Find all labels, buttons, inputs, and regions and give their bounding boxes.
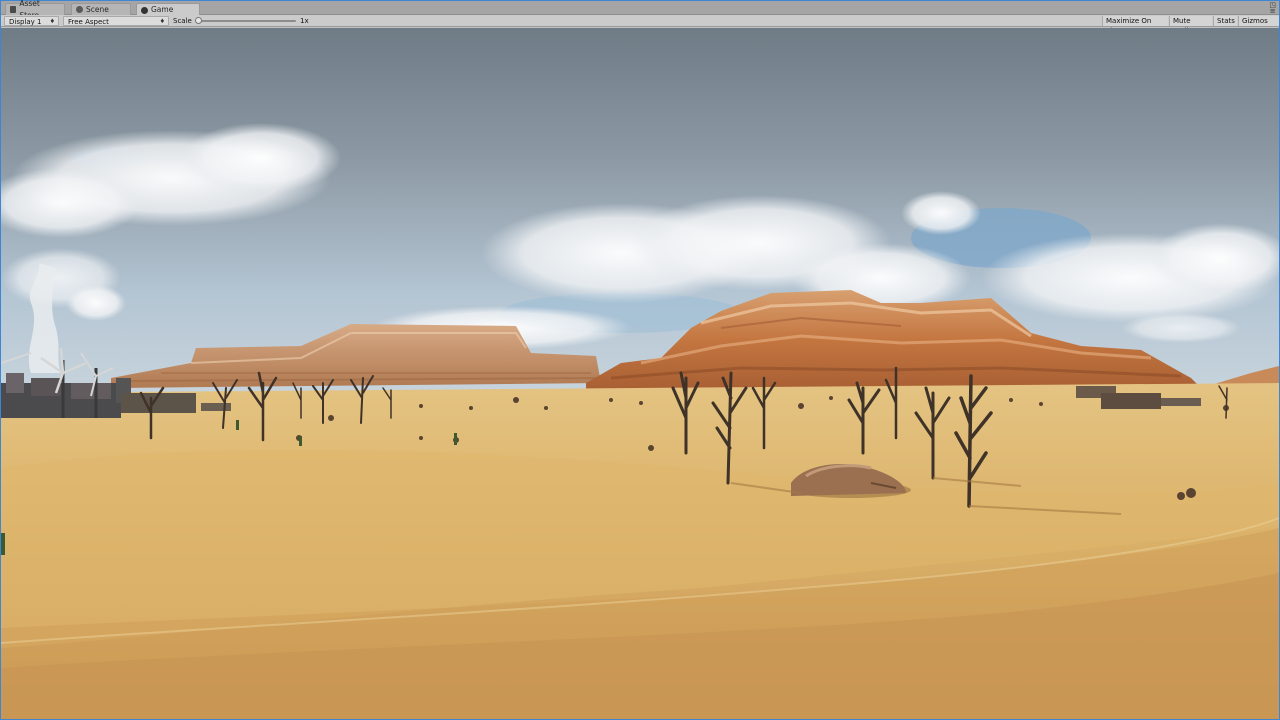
chevron-down-icon: ♦ xyxy=(49,18,55,25)
tab-asset-store[interactable]: Asset Store xyxy=(5,0,65,20)
scale-value: 1x xyxy=(300,17,309,25)
unity-editor-window: Asset Store Scene Game ◳ ≡ Display 1 ♦ F… xyxy=(0,0,1280,720)
game-view[interactable] xyxy=(1,28,1279,719)
display-dropdown[interactable]: Display 1 ♦ xyxy=(4,16,59,26)
chevron-down-icon: ♦ xyxy=(159,18,165,25)
scale-slider-track[interactable] xyxy=(198,20,296,22)
aspect-dropdown[interactable]: Free Aspect ♦ xyxy=(63,16,169,26)
maximize-on-play-toggle[interactable]: Maximize On Play xyxy=(1102,16,1168,35)
game-toolbar: Display 1 ♦ Free Aspect ♦ Scale 1x Maxim… xyxy=(1,15,1279,35)
scene-icon xyxy=(76,6,83,13)
tab-bar: Asset Store Scene Game ◳ ≡ xyxy=(1,0,1279,20)
desert-scene-render xyxy=(1,28,1279,719)
menu-icon[interactable]: ≡ xyxy=(1269,8,1276,15)
tab-label: Scene xyxy=(86,4,109,14)
scale-slider-thumb[interactable] xyxy=(195,17,202,24)
display-dropdown-label: Display 1 xyxy=(9,18,42,26)
aspect-dropdown-label: Free Aspect xyxy=(68,18,109,26)
game-icon xyxy=(141,6,148,14)
scale-label: Scale xyxy=(173,17,192,25)
mute-audio-toggle[interactable]: Mute Audio xyxy=(1169,16,1212,35)
window-controls: ◳ ≡ xyxy=(1269,2,1276,15)
tab-scene[interactable]: Scene xyxy=(71,3,131,15)
gizmos-dropdown[interactable]: Gizmos xyxy=(1238,16,1279,26)
stats-toggle[interactable]: Stats xyxy=(1213,16,1237,26)
asset-store-icon xyxy=(10,6,17,13)
